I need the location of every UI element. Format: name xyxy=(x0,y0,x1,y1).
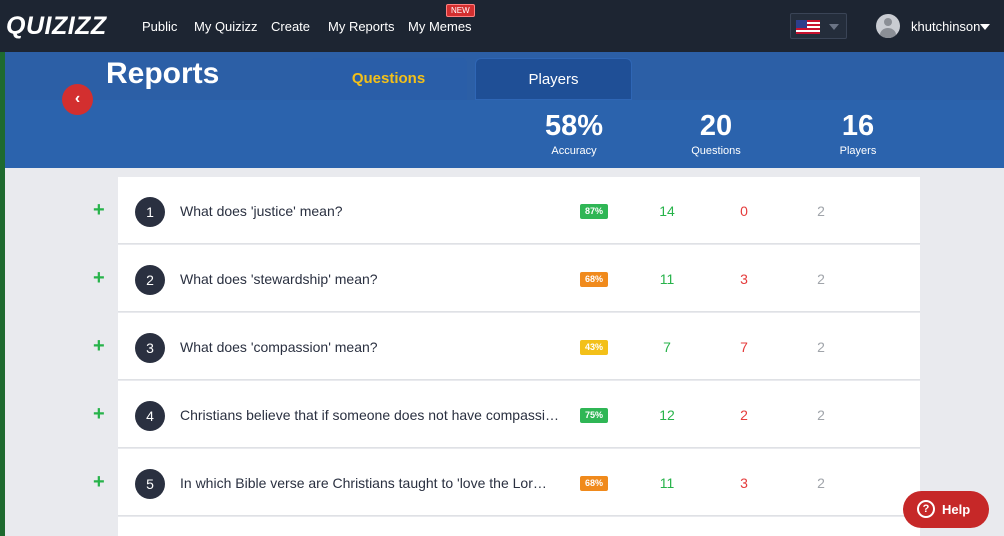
nav-link-create[interactable]: Create xyxy=(271,19,310,34)
accuracy-badge: 68% xyxy=(580,476,608,491)
stat-players: 16 Players xyxy=(818,110,898,157)
stat-players-value: 16 xyxy=(841,110,875,142)
stat-accuracy-value: 58% xyxy=(544,110,604,142)
question-number: 4 xyxy=(135,401,165,431)
tab-questions[interactable]: Questions xyxy=(310,58,467,100)
stat-accuracy-label: Accuracy xyxy=(551,145,597,157)
stat-questions-label: Questions xyxy=(691,145,741,157)
correct-count: 14 xyxy=(659,203,675,219)
us-flag-icon xyxy=(796,20,820,34)
expand-plus-icon[interactable]: + xyxy=(93,403,105,426)
question-text[interactable]: What does 'justice' mean? xyxy=(180,203,560,219)
back-button[interactable]: ‹ xyxy=(62,84,93,115)
question-number: 1 xyxy=(135,197,165,227)
correct-count: 7 xyxy=(663,339,671,355)
chevron-down-icon xyxy=(829,24,839,30)
question-number: 3 xyxy=(135,333,165,363)
nav-link-my-quizizz[interactable]: My Quizizz xyxy=(194,19,258,34)
expand-plus-icon[interactable]: + xyxy=(93,335,105,358)
stat-players-label: Players xyxy=(839,145,877,157)
table-row[interactable] xyxy=(118,517,920,536)
username[interactable]: khutchinson xyxy=(911,19,980,34)
help-label: Help xyxy=(942,502,971,517)
help-icon: ? xyxy=(917,500,935,518)
incorrect-count: 3 xyxy=(740,475,748,491)
user-menu-caret-icon[interactable] xyxy=(980,24,990,30)
new-badge: NEW xyxy=(446,4,475,17)
avatar[interactable] xyxy=(876,14,900,38)
correct-count: 12 xyxy=(659,407,675,423)
incorrect-count: 7 xyxy=(740,339,748,355)
quizizz-logo[interactable]: QUIZIZZ xyxy=(6,12,107,41)
accuracy-badge: 87% xyxy=(580,204,608,219)
expand-plus-icon[interactable]: + xyxy=(93,267,105,290)
top-nav: QUIZIZZ Public My Quizizz Create My Repo… xyxy=(0,0,1004,52)
expand-plus-icon[interactable]: + xyxy=(93,199,105,222)
stat-questions-value: 20 xyxy=(699,110,733,142)
unattempted-count: 2 xyxy=(817,475,825,491)
correct-count: 11 xyxy=(659,271,675,287)
unattempted-count: 2 xyxy=(817,339,825,355)
question-text[interactable]: What does 'stewardship' mean? xyxy=(180,271,560,287)
incorrect-count: 0 xyxy=(740,203,748,219)
page-title: Reports xyxy=(106,57,220,90)
accuracy-badge: 68% xyxy=(580,272,608,287)
unattempted-count: 2 xyxy=(817,271,825,287)
accuracy-badge: 75% xyxy=(580,408,608,423)
incorrect-count: 2 xyxy=(740,407,748,423)
nav-link-my-memes[interactable]: My Memes xyxy=(408,19,472,34)
correct-count: 11 xyxy=(659,475,675,491)
stat-questions: 20 Questions xyxy=(676,110,756,157)
nav-link-public[interactable]: Public xyxy=(142,19,177,34)
question-text[interactable]: Christians believe that if someone does … xyxy=(180,407,560,423)
question-text[interactable]: What does 'compassion' mean? xyxy=(180,339,560,355)
stat-accuracy: 58% Accuracy xyxy=(534,110,614,157)
question-number: 2 xyxy=(135,265,165,295)
unattempted-count: 2 xyxy=(817,407,825,423)
help-button[interactable]: ? Help xyxy=(903,491,989,528)
tab-players[interactable]: Players xyxy=(475,58,632,100)
accuracy-badge: 43% xyxy=(580,340,608,355)
incorrect-count: 3 xyxy=(740,271,748,287)
question-text[interactable]: In which Bible verse are Christians taug… xyxy=(180,475,560,491)
chevron-left-icon: ‹ xyxy=(74,90,81,107)
nav-link-my-reports[interactable]: My Reports xyxy=(328,19,394,34)
expand-plus-icon[interactable]: + xyxy=(93,471,105,494)
language-select[interactable] xyxy=(790,13,847,39)
unattempted-count: 2 xyxy=(817,203,825,219)
question-number: 5 xyxy=(135,469,165,499)
